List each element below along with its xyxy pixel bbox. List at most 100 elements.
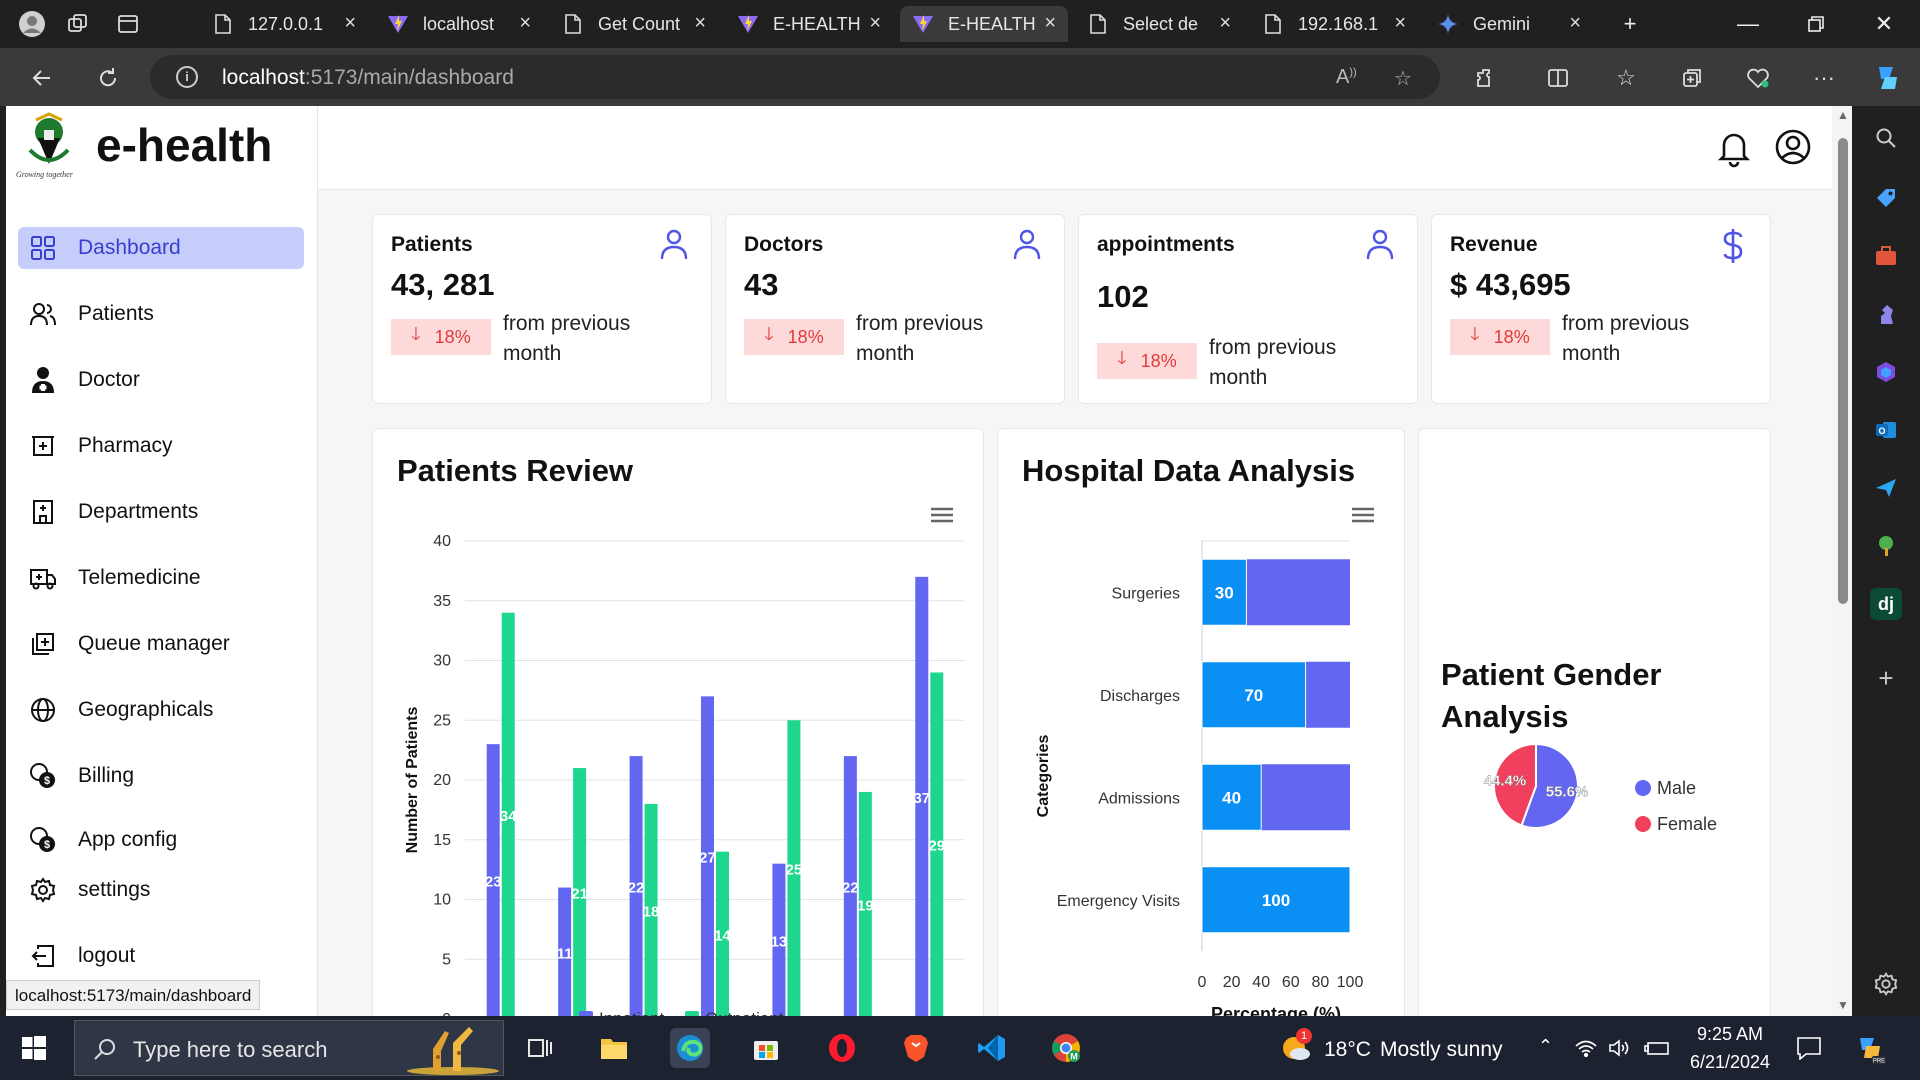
- task-view-icon[interactable]: [520, 1028, 560, 1068]
- shopping-tag-icon[interactable]: [1870, 182, 1902, 214]
- sidebar-item-billing[interactable]: $ Billing: [18, 755, 304, 797]
- tools-briefcase-icon[interactable]: [1870, 240, 1902, 272]
- data-label: 18: [643, 903, 660, 920]
- favorites-icon[interactable]: ☆: [1610, 62, 1642, 94]
- close-window-button[interactable]: ✕: [1864, 8, 1904, 40]
- sidebar-item-telemedicine[interactable]: Telemedicine: [18, 557, 304, 599]
- new-tab-button[interactable]: +: [1610, 8, 1650, 40]
- sidebar-item-logout[interactable]: logout: [18, 935, 304, 977]
- refresh-button[interactable]: [92, 62, 124, 94]
- close-tab-icon[interactable]: ×: [1219, 12, 1231, 35]
- send-icon[interactable]: [1870, 472, 1902, 504]
- windows-start-icon[interactable]: [22, 1036, 46, 1065]
- scrollbar-thumb[interactable]: [1838, 138, 1848, 604]
- copilot-taskbar-icon[interactable]: PRE: [1852, 1030, 1888, 1071]
- search-placeholder: Type here to search: [133, 1037, 328, 1062]
- opera-icon[interactable]: [822, 1028, 862, 1068]
- sidebar-item-geographicals[interactable]: Geographicals: [18, 689, 304, 731]
- chrome-icon[interactable]: M: [1046, 1028, 1086, 1068]
- chevron-up-icon[interactable]: ⌃: [1538, 1036, 1553, 1057]
- gear-icon[interactable]: [1870, 968, 1902, 1000]
- split-screen-icon[interactable]: [1542, 62, 1574, 94]
- restore-button[interactable]: [1796, 8, 1836, 40]
- patients-review-panel: Patients Review 0510152025303540Number o…: [372, 428, 984, 1016]
- weather-description[interactable]: Mostly sunny: [1380, 1038, 1503, 1062]
- vertical-tabs-icon[interactable]: [114, 10, 142, 38]
- wifi-icon[interactable]: [1574, 1038, 1598, 1063]
- edge-browser-icon[interactable]: [670, 1028, 710, 1068]
- address-bar[interactable]: i localhost:5173/main/dashboard A)) ☆: [150, 55, 1440, 99]
- arrow-down-icon: 🡓: [764, 324, 774, 344]
- taskbar-search[interactable]: Type here to search: [74, 1020, 504, 1076]
- close-tab-icon[interactable]: ×: [869, 12, 881, 35]
- vscode-icon[interactable]: [972, 1028, 1012, 1068]
- close-tab-icon[interactable]: ×: [519, 12, 531, 35]
- browser-tab[interactable]: E-HEALTH ×: [725, 6, 893, 42]
- trend-note: from previous month: [503, 312, 631, 365]
- stat-value: 43, 281: [391, 267, 495, 302]
- dollar-icon: [1716, 227, 1750, 263]
- collections-icon[interactable]: [1676, 62, 1708, 94]
- browser-tab[interactable]: Select de ×: [1075, 6, 1243, 42]
- sidebar-item-dashboard[interactable]: Dashboard: [18, 227, 304, 269]
- favorite-star-icon[interactable]: ☆: [1394, 66, 1412, 91]
- close-tab-icon[interactable]: ×: [1044, 12, 1056, 35]
- browser-tab[interactable]: Gemini ×: [1425, 6, 1593, 42]
- sidebar-item-pharmacy[interactable]: Pharmacy: [18, 425, 304, 467]
- site-info-icon[interactable]: i: [176, 66, 198, 88]
- notifications-icon[interactable]: [1796, 1036, 1822, 1065]
- file-explorer-icon[interactable]: [594, 1028, 634, 1068]
- browser-tab[interactable]: 192.168.1 ×: [1250, 6, 1418, 42]
- browser-tab[interactable]: Get Count ×: [550, 6, 718, 42]
- page-icon: [1087, 13, 1109, 35]
- back-button[interactable]: [26, 62, 58, 94]
- workspaces-icon[interactable]: [64, 10, 92, 38]
- sidebar-item-departments[interactable]: Departments: [18, 491, 304, 533]
- account-icon[interactable]: [1774, 128, 1812, 166]
- browser-tab[interactable]: localhost ×: [375, 6, 543, 42]
- django-icon[interactable]: dj: [1870, 588, 1902, 620]
- sidebar-item-queue-manager[interactable]: Queue manager: [18, 623, 304, 665]
- sidebar-item-patients[interactable]: Patients: [18, 293, 304, 335]
- browser-tab[interactable]: E-HEALTH ×: [900, 6, 1068, 42]
- weather-sun-icon[interactable]: 1: [1278, 1028, 1314, 1064]
- search-icon[interactable]: [1870, 122, 1902, 154]
- browser-tab[interactable]: 127.0.0.1 ×: [200, 6, 368, 42]
- tree-icon[interactable]: [1870, 530, 1902, 562]
- read-aloud-icon[interactable]: A)): [1336, 66, 1357, 89]
- volume-icon[interactable]: [1608, 1038, 1632, 1063]
- close-tab-icon[interactable]: ×: [694, 12, 706, 35]
- battery-icon[interactable]: [1644, 1040, 1670, 1061]
- close-tab-icon[interactable]: ×: [344, 12, 356, 35]
- bell-icon[interactable]: [1716, 128, 1752, 168]
- stat-title: Patients: [391, 233, 473, 256]
- stat-title: appointments: [1097, 233, 1235, 256]
- sidebar-item-app-config[interactable]: $ App config: [18, 819, 304, 861]
- more-menu-icon[interactable]: ···: [1808, 62, 1840, 94]
- add-icon[interactable]: +: [1870, 662, 1902, 694]
- page-scrollbar[interactable]: ▲ ▼: [1832, 106, 1852, 1016]
- sidebar-item-doctor[interactable]: Doctor: [18, 359, 304, 401]
- close-tab-icon[interactable]: ×: [1569, 12, 1581, 35]
- sidebar-item-settings[interactable]: settings: [18, 869, 304, 911]
- clock-date[interactable]: 6/21/2024: [1688, 1052, 1772, 1073]
- scroll-up-arrow-icon[interactable]: ▲: [1837, 108, 1849, 122]
- sidebar-item-label: Departments: [78, 500, 199, 523]
- clock-time[interactable]: 9:25 AM: [1688, 1024, 1772, 1045]
- outlook-icon[interactable]: O: [1870, 414, 1902, 446]
- weather-temperature[interactable]: 18°C: [1324, 1038, 1371, 1062]
- microsoft-store-icon[interactable]: [746, 1028, 786, 1068]
- copilot-icon[interactable]: [1868, 58, 1908, 98]
- scroll-down-arrow-icon[interactable]: ▼: [1837, 998, 1849, 1012]
- close-tab-icon[interactable]: ×: [1394, 12, 1406, 35]
- browser-essentials-icon[interactable]: [1742, 62, 1774, 94]
- brave-icon[interactable]: [896, 1028, 936, 1068]
- profile-avatar-icon[interactable]: [18, 10, 46, 38]
- sidebar-item-label: Doctor: [78, 368, 140, 391]
- copilot-hex-icon[interactable]: [1870, 356, 1902, 388]
- games-chess-icon[interactable]: [1870, 298, 1902, 330]
- vite-icon: [912, 13, 934, 35]
- minimize-button[interactable]: —: [1728, 8, 1768, 40]
- address-url[interactable]: localhost:5173/main/dashboard: [222, 66, 514, 90]
- extensions-icon[interactable]: [1470, 62, 1502, 94]
